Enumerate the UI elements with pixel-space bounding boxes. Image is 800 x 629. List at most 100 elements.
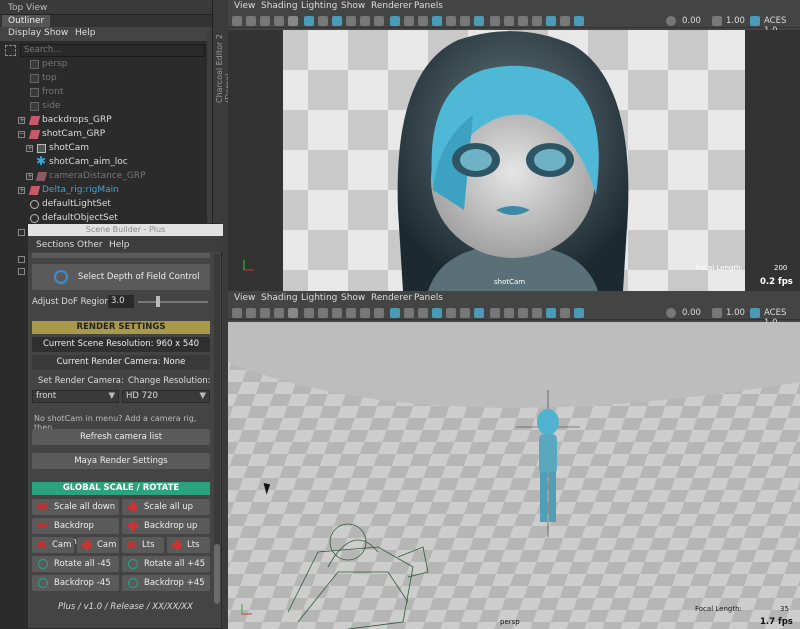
select-camera-icon[interactable] [232, 308, 242, 318]
color-management-icon[interactable] [750, 308, 760, 318]
smooth-shade-icon[interactable] [404, 16, 414, 26]
backdrop-minus45-button[interactable]: Backdrop -45 [32, 575, 119, 591]
gamma-field[interactable]: 1.00 [726, 308, 745, 318]
menu-show[interactable]: Show [341, 293, 365, 303]
expand-icon[interactable]: + [18, 117, 25, 124]
resolution-gate-icon[interactable] [318, 308, 328, 318]
exposure-icon[interactable] [666, 16, 676, 26]
exposure-icon[interactable] [666, 308, 676, 318]
film-gate-icon[interactable] [304, 308, 314, 318]
top-view-tab[interactable]: Top View [2, 2, 53, 15]
gamma-icon[interactable] [712, 16, 722, 26]
menu-shading[interactable]: Shading [261, 293, 298, 303]
lts-minus-button[interactable]: Lts [122, 537, 164, 553]
field-chart-icon[interactable] [346, 16, 356, 26]
gate-mask-icon[interactable] [332, 308, 342, 318]
xray-joints-icon[interactable] [560, 16, 570, 26]
expand-icon[interactable] [18, 268, 25, 275]
grid-icon[interactable] [288, 16, 298, 26]
slider-handle[interactable] [156, 296, 160, 307]
lts-plus-button[interactable]: Lts [167, 537, 210, 553]
gamma-icon[interactable] [712, 308, 722, 318]
viewport-persp[interactable]: persp Focal Length: 35 1.7 fps [228, 322, 800, 629]
menu-view[interactable]: View [234, 293, 255, 303]
xray-joints-icon[interactable] [560, 308, 570, 318]
anti-aliasing-icon[interactable] [504, 308, 514, 318]
safe-title-icon[interactable] [374, 16, 384, 26]
image-plane-icon[interactable] [274, 308, 284, 318]
expand-icon[interactable] [18, 256, 25, 263]
menu-show[interactable]: Show [341, 1, 365, 11]
menu-panels[interactable]: Panels [414, 293, 443, 303]
expand-icon[interactable]: + [26, 145, 33, 152]
menu-shading[interactable]: Shading [261, 1, 298, 11]
backdrop-down-button[interactable]: Backdrop down [32, 518, 119, 547]
select-camera-icon[interactable] [232, 16, 242, 26]
menu-panels[interactable]: Panels [414, 1, 443, 11]
depth-of-field-icon[interactable] [518, 308, 528, 318]
textured-icon[interactable] [432, 16, 442, 26]
color-management-icon[interactable] [750, 16, 760, 26]
clipped-button[interactable] [32, 253, 210, 258]
textured-icon[interactable] [432, 308, 442, 318]
menu-show[interactable]: Show [44, 28, 68, 38]
safe-action-icon[interactable] [360, 308, 370, 318]
shadows-icon[interactable] [460, 308, 470, 318]
outliner-search-input[interactable]: Search... [20, 44, 205, 57]
expand-icon[interactable] [18, 229, 25, 236]
depth-of-field-icon[interactable] [518, 16, 528, 26]
lights-icon[interactable] [446, 16, 456, 26]
gamma-field[interactable]: 1.00 [726, 16, 745, 26]
xray-components-icon[interactable] [574, 16, 584, 26]
wireframe-icon[interactable] [390, 16, 400, 26]
scrollbar-thumb[interactable] [214, 544, 220, 604]
scene-builder-title[interactable]: Scene Builder - Plus [28, 224, 223, 236]
wireframe-on-shaded-icon[interactable] [418, 16, 428, 26]
maya-render-settings-button[interactable]: Maya Render Settings [32, 453, 210, 469]
resolution-select[interactable]: HD 720 ▼ [122, 390, 210, 403]
isolate-select-icon[interactable] [532, 16, 542, 26]
film-gate-icon[interactable] [304, 16, 314, 26]
camera-attributes-icon[interactable] [246, 308, 256, 318]
exposure-field[interactable]: 0.00 [682, 16, 701, 26]
xray-components-icon[interactable] [574, 308, 584, 318]
backdrop-up-button[interactable]: Backdrop up [122, 518, 210, 534]
menu-sections[interactable]: Sections [36, 240, 74, 250]
ambient-occlusion-icon[interactable] [474, 16, 484, 26]
wireframe-on-shaded-icon[interactable] [418, 308, 428, 318]
menu-other[interactable]: Other [77, 240, 103, 250]
menu-lighting[interactable]: Lighting [301, 293, 337, 303]
motion-blur-icon[interactable] [490, 16, 500, 26]
smooth-shade-icon[interactable] [404, 308, 414, 318]
cam-plus-button[interactable]: Cam [77, 537, 119, 553]
filter-icon[interactable] [5, 45, 16, 56]
resolution-gate-icon[interactable] [318, 16, 328, 26]
field-chart-icon[interactable] [346, 308, 356, 318]
menu-help[interactable]: Help [109, 240, 130, 250]
motion-blur-icon[interactable] [490, 308, 500, 318]
menu-lighting[interactable]: Lighting [301, 1, 337, 11]
wireframe-icon[interactable] [390, 308, 400, 318]
tab-outliner[interactable]: Outliner [2, 15, 51, 27]
ambient-occlusion-icon[interactable] [474, 308, 484, 318]
menu-view[interactable]: View [234, 1, 255, 11]
gate-mask-icon[interactable] [332, 16, 342, 26]
camera-attributes-icon[interactable] [246, 16, 256, 26]
render-camera-select[interactable]: front ▼ [32, 390, 119, 403]
cam-minus-button[interactable]: Cam [32, 537, 74, 553]
image-plane-icon[interactable] [274, 16, 284, 26]
safe-title-icon[interactable] [374, 308, 384, 318]
exposure-field[interactable]: 0.00 [682, 308, 701, 318]
collapse-icon[interactable]: − [18, 131, 25, 138]
refresh-camera-list-button[interactable]: Refresh camera list [32, 429, 210, 445]
expand-icon[interactable]: + [18, 187, 25, 194]
rotate-all-plus-button[interactable]: Rotate all +45 [122, 556, 210, 572]
backdrop-plus45-button[interactable]: Backdrop +45 [122, 575, 210, 591]
menu-help[interactable]: Help [75, 28, 96, 38]
select-dof-button[interactable]: Select Depth of Field Control [32, 264, 210, 290]
xray-icon[interactable] [546, 308, 556, 318]
dof-region-slider[interactable] [138, 301, 208, 303]
rotate-all-minus-button[interactable]: Rotate all -45 [32, 556, 119, 572]
menu-renderer[interactable]: Renderer [371, 1, 412, 11]
viewport-shotcam[interactable]: shotCam Focal Length: 200 0.2 fps [228, 30, 800, 291]
